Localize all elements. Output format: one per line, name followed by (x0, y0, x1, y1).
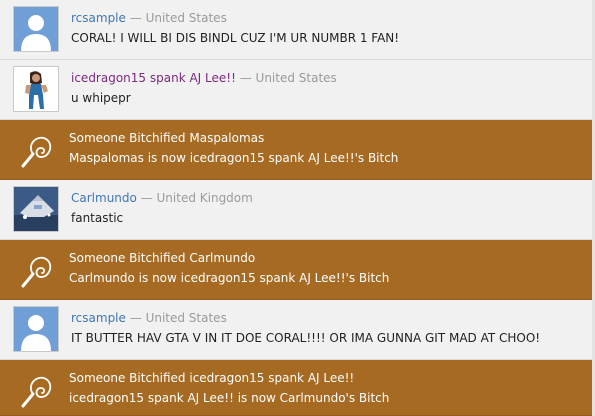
event-title: Someone Bitchified icedragon15 spank AJ … (69, 371, 355, 385)
comment-item: rcsample — United States CORAL! I WILL B… (0, 0, 592, 60)
comment-header: rcsample — United States (71, 310, 227, 326)
location-label: United States (145, 11, 227, 25)
event-title: Someone Bitchified Carlmundo (69, 251, 256, 265)
event-text: Carlmundo is now icedragon15 spank AJ Le… (69, 271, 390, 285)
default-avatar-icon (14, 7, 58, 51)
wrestler-avatar-icon (14, 67, 58, 111)
avatar[interactable] (13, 66, 59, 112)
event-text: Maspalomas is now icedragon15 spank AJ L… (69, 151, 399, 165)
avatar[interactable] (13, 186, 59, 232)
whip-icon (21, 256, 52, 288)
comment-header: rcsample — United States (71, 10, 227, 26)
comment-text: u whipepr (71, 91, 131, 105)
avatar[interactable] (13, 306, 59, 352)
event-item: Someone Bitchified Maspalomas Maspalomas… (0, 120, 592, 180)
event-text: icedragon15 spank AJ Lee!! is now Carlmu… (69, 391, 390, 405)
separator: — (129, 11, 142, 25)
whip-icon (21, 136, 52, 168)
spaceship-avatar-icon (14, 187, 58, 231)
username-link[interactable]: Carlmundo (71, 191, 137, 205)
comment-header: icedragon15 spank AJ Lee!! — United Stat… (71, 70, 337, 86)
comment-text: fantastic (71, 211, 124, 225)
comment-item: Carlmundo — United Kingdom fantastic (0, 180, 592, 240)
separator: — (129, 311, 142, 325)
location-label: United Kingdom (156, 191, 253, 205)
avatar[interactable] (13, 6, 59, 52)
event-item: Someone Bitchified Carlmundo Carlmundo i… (0, 240, 592, 300)
separator: — (239, 71, 252, 85)
comment-header: Carlmundo — United Kingdom (71, 190, 253, 206)
location-label: United States (255, 71, 337, 85)
comment-item: rcsample — United States IT BUTTER HAV G… (0, 300, 592, 360)
event-title: Someone Bitchified Maspalomas (69, 131, 265, 145)
event-item: Someone Bitchified icedragon15 spank AJ … (0, 360, 592, 416)
comment-item: icedragon15 spank AJ Lee!! — United Stat… (0, 60, 592, 120)
activity-feed: rcsample — United States CORAL! I WILL B… (0, 0, 595, 416)
username-link[interactable]: rcsample (71, 311, 126, 325)
default-avatar-icon (14, 307, 58, 351)
comment-text: IT BUTTER HAV GTA V IN IT DOE CORAL!!!! … (71, 331, 541, 345)
whip-icon (21, 376, 52, 408)
comment-text: CORAL! I WILL BI DIS BINDL CUZ I'M UR NU… (71, 31, 400, 45)
location-label: United States (145, 311, 227, 325)
separator: — (140, 191, 153, 205)
username-link[interactable]: rcsample (71, 11, 126, 25)
username-link[interactable]: icedragon15 spank AJ Lee!! (71, 71, 236, 85)
